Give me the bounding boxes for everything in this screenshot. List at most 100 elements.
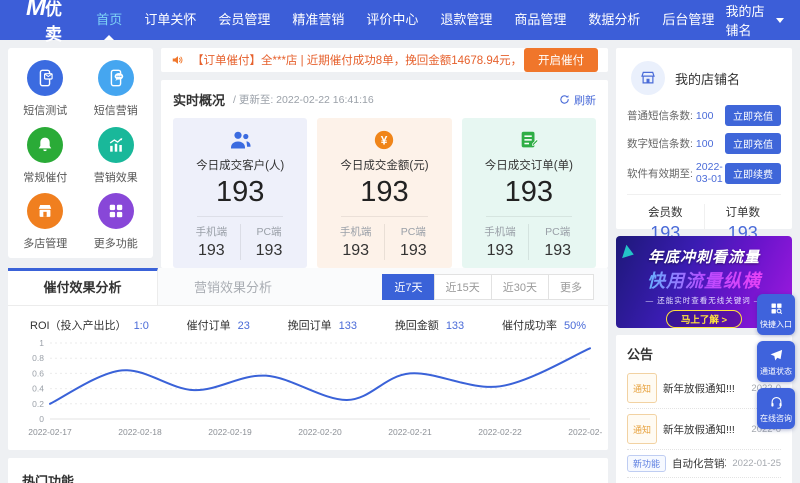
realtime-updated: / 更新至: 2022-02-22 16:41:16 <box>233 94 374 106</box>
realtime-overview-card: 实时概况 / 更新至: 2022-02-22 16:41:16 刷新 今日成交客… <box>161 80 608 268</box>
nav-item-analytics[interactable]: 数据分析 <box>577 0 651 40</box>
metric-recovered-amount: 挽回金额 133 <box>394 320 465 332</box>
banner-cta-button[interactable]: 马上了解 > <box>665 310 743 328</box>
quick-item-sms-test[interactable]: 短信测试 <box>10 60 81 121</box>
tab-marketing-effect[interactable]: 营销效果分析 <box>158 268 308 305</box>
shop-row-digital-sms: 数字短信条数: 100 立即充值 <box>627 133 781 154</box>
stat-card-orders: 今日成交订单(单) 193 手机端 193 PC端 193 <box>461 118 596 268</box>
quick-entry-button[interactable]: 快捷入口 <box>757 294 795 335</box>
recharge-button-2[interactable]: 立即充值 <box>725 133 781 154</box>
nav-item-refunds[interactable]: 退款管理 <box>429 0 503 40</box>
online-support-button[interactable]: 在线咨询 <box>757 388 795 429</box>
date-range-filter: 近7天 近15天 近30天 更多 <box>382 268 608 305</box>
quick-item-sms-marketing[interactable]: 短信营销 <box>81 60 152 121</box>
refresh-icon <box>560 95 569 104</box>
analysis-metrics: ROI（投入产出比） 1:0 催付订单 23 挽回订单 133 挽回金额 133 催付成… <box>8 306 608 335</box>
svg-text:0.2: 0.2 <box>32 399 44 409</box>
svg-text:0: 0 <box>39 414 44 424</box>
line-chart: 0 0.2 0.4 0.6 0.8 1 2022-02-17 2022-02-18 2022-0… <box>28 338 602 437</box>
quick-item-multi-store[interactable]: 多店管理 <box>10 193 81 254</box>
svg-text:0.8: 0.8 <box>32 353 44 363</box>
quick-item-more-features[interactable]: 更多功能 <box>81 193 152 254</box>
yen-coin-icon: ¥ <box>375 130 394 150</box>
refresh-button[interactable]: 刷新 <box>559 92 596 108</box>
recharge-button[interactable]: 立即充值 <box>725 105 781 126</box>
app-logo[interactable]: M 优卖 <box>26 0 67 45</box>
svg-text:0.4: 0.4 <box>32 384 44 394</box>
shop-info-card: 我的店铺名 普通短信条数: 100 立即充值 数字短信条数: 100 立即充值 … <box>616 48 792 244</box>
hot-functions-title: 热门功能 <box>22 474 75 483</box>
nav-item-order-care[interactable]: 订单关怀 <box>133 0 207 40</box>
logo-m-icon: M <box>26 0 46 21</box>
nav-item-home[interactable]: 首页 <box>85 0 133 40</box>
svg-text:¥: ¥ <box>381 133 388 147</box>
announcement-item[interactable]: 新功能 自动化营销功能上线 2022-01-25 <box>627 478 781 483</box>
quick-item-marketing-effect[interactable]: 营销效果 <box>81 126 152 188</box>
headset-icon <box>770 396 782 409</box>
tab-reminder-effect[interactable]: 催付效果分析 <box>8 268 158 305</box>
chart-icon <box>97 126 134 163</box>
svg-text:2022-02-18: 2022-02-18 <box>118 427 162 437</box>
svg-text:2022-02-20: 2022-02-20 <box>298 427 342 437</box>
notice-bar: 【订单催付】全***店 | 近期催付成功8单，挽回金额14678.94元，催付成… <box>161 48 608 72</box>
notice-text: 【订单催付】全***店 | 近期催付成功8单，挽回金额14678.94元，催付成… <box>192 55 517 67</box>
store-icon <box>27 193 64 230</box>
shop-name: 我的店铺名 <box>675 71 741 87</box>
svg-text:2022-02-22: 2022-02-22 <box>478 427 522 437</box>
shop-row-expiry: 软件有效期至: 2022-03-01 立即续费 <box>627 161 781 185</box>
paper-plane-icon <box>770 349 782 361</box>
nav-item-reviews[interactable]: 评价中心 <box>355 0 429 40</box>
top-navbar: M 优卖 首页 订单关怀 会员管理 精准营销 评价中心 退款管理 商品管理 数据分… <box>0 0 800 44</box>
nav-menu: 首页 订单关怀 会员管理 精准营销 评价中心 退款管理 商品管理 数据分析 后台… <box>85 0 725 40</box>
banner-headline: 年底冲刺看流量 <box>647 249 760 266</box>
grid-icon <box>97 193 134 230</box>
svg-text:2022-02-19: 2022-02-19 <box>208 427 252 437</box>
range-more-button[interactable]: 更多 <box>548 273 594 300</box>
shop-avatar <box>631 61 665 95</box>
speaker-icon <box>172 56 183 64</box>
svg-text:2022-02-21: 2022-02-21 <box>388 427 432 437</box>
announcement-item[interactable]: 新功能 自动化营销功能上线 2022-01-25 <box>627 450 781 478</box>
analysis-card: 催付效果分析 营销效果分析 近7天 近15天 近30天 更多 ROI（投入产出比… <box>8 268 608 450</box>
quick-item-payment-reminder[interactable]: 常规催付 <box>10 126 81 188</box>
storefront-icon <box>641 71 655 84</box>
shop-row-normal-sms: 普通短信条数: 100 立即充值 <box>627 105 781 126</box>
customers-value: 193 <box>215 176 265 208</box>
range-7d-button[interactable]: 近7天 <box>382 273 435 300</box>
svg-text:1: 1 <box>39 338 44 348</box>
nav-item-products[interactable]: 商品管理 <box>503 0 577 40</box>
quick-panel: 短信测试 短信营销 常规催付 营销效果 多店管理 更多功能 <box>8 48 153 258</box>
amount-value: 193 <box>360 176 409 208</box>
stat-card-customers: 今日成交客户(人) 193 手机端 193 PC端 193 <box>173 118 308 268</box>
metric-roi: ROI（投入产出比） 1:0 <box>30 320 149 332</box>
sms-marketing-icon <box>97 60 134 96</box>
renew-button[interactable]: 立即续费 <box>725 162 781 184</box>
svg-text:2022-02-17: 2022-02-17 <box>28 427 72 437</box>
nav-item-admin[interactable]: 后台管理 <box>651 0 725 40</box>
metric-success-rate: 催付成功率 50% <box>501 320 586 332</box>
nav-item-members[interactable]: 会员管理 <box>207 0 281 40</box>
analysis-tabbar: 催付效果分析 营销效果分析 近7天 近15天 近30天 更多 <box>8 268 608 306</box>
floating-toolbar: 快捷入口 通道状态 在线咨询 <box>757 294 795 429</box>
nav-item-marketing[interactable]: 精准营销 <box>281 0 355 40</box>
chevron-down-icon <box>776 17 784 23</box>
banner-subheadline: 快用流量纵横 <box>616 267 792 293</box>
users-icon <box>231 131 251 149</box>
quick-entry-icon <box>771 303 782 315</box>
order-doc-icon <box>521 131 539 148</box>
notice-badge: 通知 <box>627 373 658 403</box>
shop-account-menu[interactable]: 我的店铺名 <box>725 1 784 39</box>
realtime-title: 实时概况 <box>173 93 226 108</box>
start-reminder-button[interactable]: 开启催付 <box>524 48 598 72</box>
orders-value: 193 <box>504 176 554 208</box>
sms-test-icon <box>27 60 64 96</box>
channel-status-button[interactable]: 通道状态 <box>757 341 795 382</box>
svg-text:2022-02-23: 2022-02-23 <box>568 427 602 437</box>
bell-icon <box>27 126 64 163</box>
notice-badge: 通知 <box>627 414 658 444</box>
range-30d-button[interactable]: 近30天 <box>490 273 549 300</box>
range-15d-button[interactable]: 近15天 <box>433 273 492 300</box>
hot-functions-card: 热门功能 <box>8 458 608 483</box>
svg-text:0.6: 0.6 <box>32 368 44 378</box>
shop-account-label: 我的店铺名 <box>725 4 765 38</box>
